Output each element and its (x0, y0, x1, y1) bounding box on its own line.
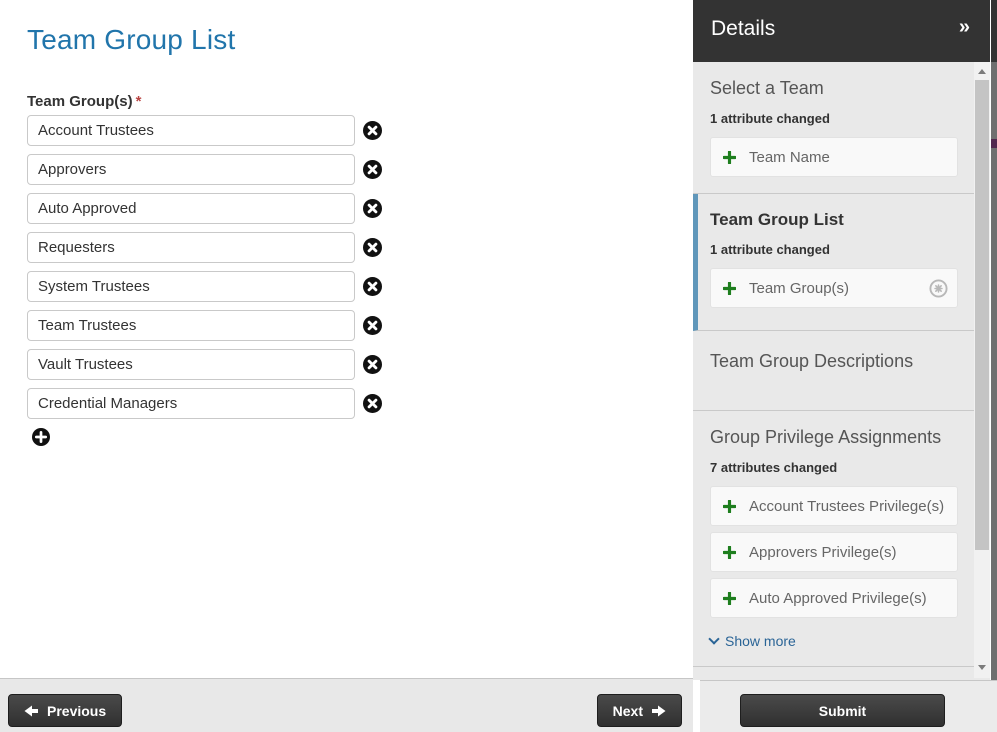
page-title: Team Group List (27, 24, 235, 56)
section-status: 1 attribute changed (710, 111, 958, 126)
remove-group-icon[interactable] (363, 355, 382, 374)
group-input-7[interactable] (27, 388, 355, 419)
changed-attribute-chip[interactable]: Approvers Privilege(s) (710, 532, 958, 572)
undo-change-icon[interactable] (929, 279, 948, 298)
arrow-left-icon (24, 705, 38, 717)
add-group-icon[interactable] (32, 428, 50, 446)
show-more-link[interactable]: Show more (710, 633, 796, 649)
scrollbar-thumb[interactable] (975, 80, 989, 550)
scroll-marker (991, 139, 997, 148)
required-marker: * (136, 93, 142, 110)
window-edge-top (991, 0, 997, 62)
remove-group-icon[interactable] (363, 238, 382, 257)
remove-group-icon[interactable] (363, 394, 382, 413)
plus-icon (723, 282, 736, 295)
add-row (32, 428, 387, 451)
next-label: Next (613, 703, 643, 719)
previous-label: Previous (47, 703, 106, 719)
plus-icon (723, 500, 736, 513)
field-label-text: Team Group(s) (27, 93, 133, 110)
section-select-a-team: Select a Team 1 attribute changed Team N… (693, 62, 974, 194)
details-panel-header: Details (693, 0, 990, 62)
group-input-0[interactable] (27, 115, 355, 146)
previous-button[interactable]: Previous (8, 694, 122, 727)
section-status: 1 attribute changed (710, 242, 958, 257)
group-row (27, 154, 387, 185)
section-team-group-descriptions: Team Group Descriptions (693, 331, 974, 411)
changed-attribute-chip[interactable]: Team Group(s) (710, 268, 958, 308)
details-title: Details (711, 17, 775, 41)
window-edge-scrollbar (991, 0, 997, 680)
group-row (27, 349, 387, 380)
scroll-down-arrow[interactable] (974, 660, 990, 674)
section-group-privilege-assignments: Group Privilege Assignments 7 attributes… (693, 411, 974, 667)
group-input-2[interactable] (27, 193, 355, 224)
team-group-form: Team Group(s)* (27, 93, 387, 451)
submit-button[interactable]: Submit (740, 694, 945, 727)
chevron-down-icon (708, 633, 719, 644)
section-title: Group Privilege Assignments (710, 427, 958, 448)
group-input-6[interactable] (27, 349, 355, 380)
chip-label: Account Trustees Privilege(s) (749, 498, 944, 515)
remove-group-icon[interactable] (363, 277, 382, 296)
group-row (27, 388, 387, 419)
group-input-4[interactable] (27, 271, 355, 302)
main-content: Team Group List Team Group(s)* (0, 0, 693, 678)
details-panel-body: Select a Team 1 attribute changed Team N… (693, 62, 974, 680)
submit-label: Submit (819, 703, 866, 719)
details-footer: Submit (700, 680, 997, 732)
remove-group-icon[interactable] (363, 121, 382, 140)
wizard-footer: Previous Next (0, 678, 693, 732)
remove-group-icon[interactable] (363, 160, 382, 179)
section-title: Team Group Descriptions (710, 351, 958, 372)
plus-icon (723, 546, 736, 559)
chip-label: Team Name (749, 149, 830, 166)
group-row (27, 115, 387, 146)
chip-label: Team Group(s) (749, 280, 849, 297)
next-button[interactable]: Next (597, 694, 682, 727)
group-row (27, 232, 387, 263)
group-input-1[interactable] (27, 154, 355, 185)
group-input-3[interactable] (27, 232, 355, 263)
changed-attribute-chip[interactable]: Team Name (710, 137, 958, 177)
chip-label: Approvers Privilege(s) (749, 544, 897, 561)
show-more-label: Show more (725, 633, 796, 649)
scroll-up-arrow[interactable] (974, 64, 990, 78)
section-title: Select a Team (710, 78, 958, 99)
plus-icon (723, 592, 736, 605)
chip-label: Auto Approved Privilege(s) (749, 590, 927, 607)
arrow-right-icon (652, 705, 666, 717)
panel-scrollbar[interactable] (974, 62, 990, 678)
changed-attribute-chip[interactable]: Account Trustees Privilege(s) (710, 486, 958, 526)
details-panel: Details Select a Team 1 attribute change… (693, 0, 990, 680)
plus-icon (723, 151, 736, 164)
changed-attribute-chip[interactable]: Auto Approved Privilege(s) (710, 578, 958, 618)
group-row (27, 310, 387, 341)
section-status: 7 attributes changed (710, 460, 958, 475)
group-row (27, 193, 387, 224)
remove-group-icon[interactable] (363, 199, 382, 218)
group-row (27, 271, 387, 302)
field-label: Team Group(s)* (27, 93, 387, 110)
section-team-group-list: Team Group List 1 attribute changed Team… (693, 194, 974, 331)
section-title: Team Group List (710, 210, 958, 230)
group-input-5[interactable] (27, 310, 355, 341)
remove-group-icon[interactable] (363, 316, 382, 335)
collapse-panel-icon[interactable] (959, 16, 970, 39)
